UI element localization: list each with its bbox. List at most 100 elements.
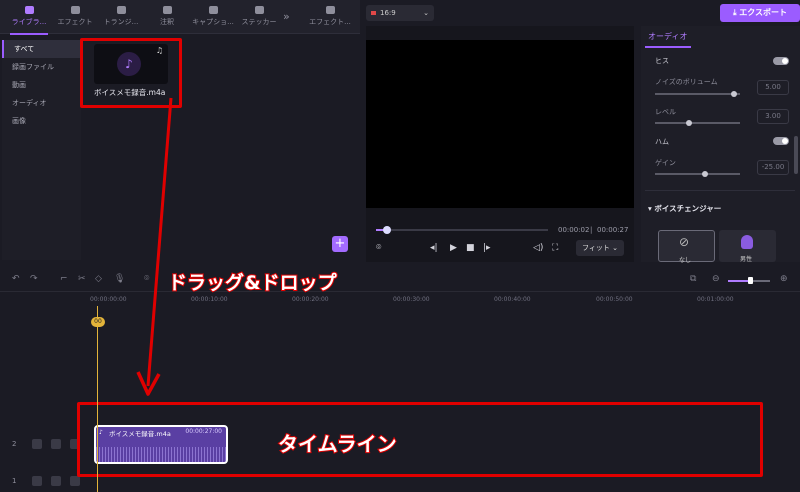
level-value[interactable]: 3.00 xyxy=(757,109,789,124)
chevron-down-icon: ⌄ xyxy=(423,9,429,17)
gain-label: ゲイン xyxy=(655,159,676,167)
microphone-icon[interactable]: 🎙 xyxy=(114,274,125,284)
sidebar-item-recordings[interactable]: 録画ファイル xyxy=(2,58,81,76)
playback-progress-track[interactable] xyxy=(376,229,548,231)
level-handle[interactable] xyxy=(686,120,692,126)
split-icon[interactable]: ✂ xyxy=(78,274,86,284)
fit-select[interactable]: フィット ⌄ xyxy=(576,240,624,256)
timeline-zoom-handle[interactable] xyxy=(748,277,753,284)
effects-icon xyxy=(70,6,80,14)
library-icon xyxy=(24,6,34,14)
voice-preset-none-label: なし xyxy=(679,257,692,264)
gain-value[interactable]: -25.00 xyxy=(757,160,789,175)
add-media-button[interactable]: + xyxy=(332,236,348,252)
fit-timeline-icon[interactable]: ⧉ xyxy=(690,274,696,284)
audio-clip[interactable]: ♪ ボイスメモ録音.m4a 00:00:27:00 xyxy=(94,425,228,464)
tab-annotations[interactable]: 注釈 xyxy=(142,4,192,32)
undo-icon[interactable]: ↶ xyxy=(12,274,20,284)
play-icon[interactable]: ▶ xyxy=(450,243,457,253)
lock-icon[interactable] xyxy=(32,439,42,449)
timeline-annotation: タイムライン xyxy=(277,431,398,457)
media-thumbnail[interactable]: ♪ ♫ xyxy=(94,44,168,84)
stop-icon[interactable]: ■ xyxy=(466,243,475,253)
lock-icon[interactable] xyxy=(32,476,42,486)
audio-waveform xyxy=(96,447,226,462)
voice-preset-male[interactable]: 男性 xyxy=(719,230,776,263)
ruler-tick: 00:00:10:00 xyxy=(191,296,228,303)
clip-duration: 00:00:27:00 xyxy=(185,428,222,435)
media-tab-bar: ライブラ... エフェクト トランジ... 注釈 キャプショ... ステッカー … xyxy=(0,0,360,35)
marker-icon[interactable]: ◇ xyxy=(95,274,102,284)
playback-progress-handle[interactable] xyxy=(383,226,391,234)
ruler-tick: 00:01:00:00 xyxy=(697,296,734,303)
more-tabs-icon[interactable]: » xyxy=(283,10,290,23)
tab-library[interactable]: ライブラ... xyxy=(4,4,54,35)
sticker-icon xyxy=(254,6,264,14)
hum-label: ハム xyxy=(655,138,669,146)
noise-volume-slider[interactable] xyxy=(655,91,740,97)
ruler-tick: 00:00:50:00 xyxy=(596,296,633,303)
zoom-in-icon[interactable]: ⊕ xyxy=(780,274,788,284)
fullscreen-icon[interactable]: ⛶ xyxy=(552,243,558,253)
hiss-toggle[interactable] xyxy=(773,57,789,65)
sidebar-item-audio[interactable]: オーディオ xyxy=(2,94,81,112)
audio-badge-icon: ♫ xyxy=(155,46,163,55)
panel-divider xyxy=(645,190,795,191)
annotation-icon xyxy=(162,6,172,14)
current-time: 00:00:02 xyxy=(558,226,590,234)
library-sidebar: すべて 録画ファイル 動画 オーディオ 画像 xyxy=(2,40,81,260)
drag-arrow xyxy=(136,97,173,396)
voice-preset-male-label: 男性 xyxy=(740,256,753,263)
sidebar-item-images[interactable]: 画像 xyxy=(2,112,81,130)
export-button[interactable]: ⤓ エクスポート xyxy=(720,4,800,22)
tab-audio[interactable]: オーディオ xyxy=(648,31,687,42)
noise-volume-handle[interactable] xyxy=(731,91,737,97)
sidebar-item-all[interactable]: すべて xyxy=(2,40,81,58)
voice-preset-none[interactable]: ⊘ なし xyxy=(658,230,715,264)
transition-icon xyxy=(116,6,126,14)
ruler-tick: 00:00:40:00 xyxy=(494,296,531,303)
ruler-tick: 00:00:30:00 xyxy=(393,296,430,303)
effect-preset-icon xyxy=(325,6,335,14)
gain-handle[interactable] xyxy=(702,171,708,177)
gain-slider[interactable] xyxy=(655,171,740,177)
clip-audio-icon: ♪ xyxy=(99,429,103,436)
tab-stickers[interactable]: ステッカー xyxy=(234,4,284,32)
ruler-tick: 00:00:00:00 xyxy=(90,296,127,303)
total-time: 00:00:27 xyxy=(597,226,629,234)
avatar-icon xyxy=(741,235,753,249)
audio-panel-scrollbar[interactable] xyxy=(794,136,798,174)
playhead-line[interactable] xyxy=(97,306,98,492)
redo-icon[interactable]: ↷ xyxy=(30,274,38,284)
playhead-handle[interactable]: 00 xyxy=(91,317,105,327)
zoom-out-icon[interactable]: ⊖ xyxy=(712,274,720,284)
volume-icon[interactable]: ◁) xyxy=(533,243,543,253)
level-label: レベル xyxy=(655,108,676,116)
preview-screen[interactable] xyxy=(366,40,634,208)
level-slider[interactable] xyxy=(655,120,740,126)
audio-tab-indicator xyxy=(645,46,691,48)
eye-icon[interactable] xyxy=(51,476,61,486)
snapshot-icon[interactable]: ⌾ xyxy=(376,243,381,253)
aspect-ratio-select[interactable]: 16:9 ⌄ xyxy=(366,5,434,21)
voice-changer-header[interactable]: ▾ ボイスチェンジャー xyxy=(648,203,721,214)
ruler-tick: 00:00:20:00 xyxy=(292,296,329,303)
step-back-icon[interactable]: ◂| xyxy=(430,243,438,253)
library-panel: ♪ ♫ ボイスメモ録音.m4a xyxy=(80,34,360,262)
track-number: 2 xyxy=(12,440,17,448)
flag-icon xyxy=(371,11,376,15)
noise-volume-value[interactable]: 5.00 xyxy=(757,80,789,95)
tab-transitions[interactable]: トランジ... xyxy=(96,4,146,32)
tab-effects[interactable]: エフェクト xyxy=(50,4,100,32)
speaker-icon[interactable] xyxy=(70,476,80,486)
step-forward-icon[interactable]: |▸ xyxy=(483,243,491,253)
tab-captions[interactable]: キャプショ... xyxy=(188,4,238,32)
tab-effect-presets[interactable]: エフェクト... xyxy=(303,4,357,32)
crop-icon[interactable]: ⌐ xyxy=(60,274,68,284)
hum-toggle[interactable] xyxy=(773,137,789,145)
track-number: 1 xyxy=(12,477,17,485)
eye-icon[interactable] xyxy=(51,439,61,449)
sidebar-item-video[interactable]: 動画 xyxy=(2,76,81,94)
noise-volume-label: ノイズのボリューム xyxy=(655,78,718,86)
caption-icon xyxy=(208,6,218,14)
